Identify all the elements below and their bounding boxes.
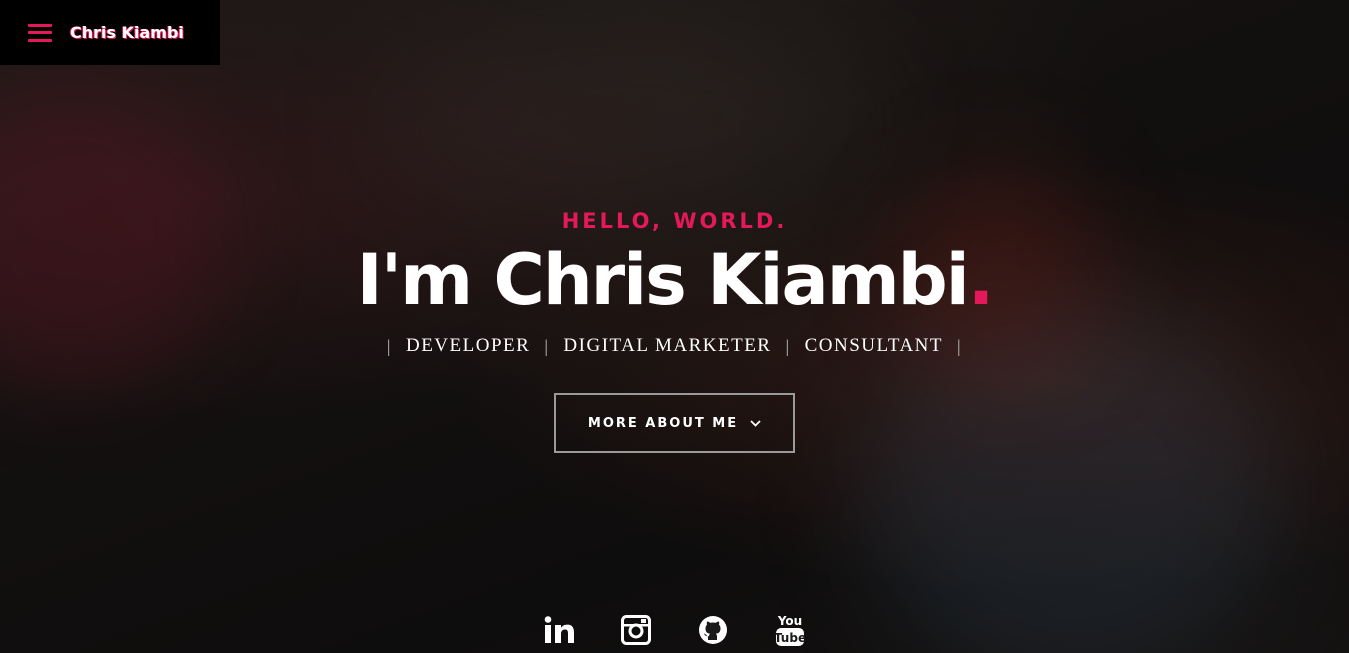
- more-about-me-button[interactable]: MORE ABOUT ME: [553, 393, 796, 453]
- hero-content: HELLO, WORLD. I'm Chris Kiambi. | DEVELO…: [0, 205, 1349, 453]
- role-separator: |: [386, 335, 392, 356]
- roles-list: | DEVELOPER | DIGITAL MARKETER | CONSULT…: [0, 335, 1349, 357]
- hamburger-menu-icon[interactable]: [28, 23, 52, 42]
- role-developer: DEVELOPER: [405, 335, 531, 356]
- role-separator: |: [957, 335, 963, 356]
- title-accent-dot: .: [967, 239, 995, 321]
- brand-logo[interactable]: Chris Kiambi: [70, 23, 184, 42]
- hero-section: Chris Kiambi HELLO, WORLD. I'm Chris Kia…: [0, 0, 1349, 653]
- hero-name: I'm Chris Kiambi: [356, 239, 970, 321]
- role-separator: |: [544, 335, 550, 356]
- github-icon[interactable]: [695, 612, 731, 648]
- instagram-icon[interactable]: [618, 612, 654, 648]
- chevron-down-icon: [750, 416, 761, 430]
- role-consultant: CONSULTANT: [804, 335, 943, 356]
- hero-title: I'm Chris Kiambi.: [0, 237, 1349, 323]
- cta-label: MORE ABOUT ME: [587, 415, 739, 431]
- linkedin-icon[interactable]: [541, 612, 577, 648]
- role-digital-marketer: DIGITAL MARKETER: [563, 335, 772, 356]
- role-separator: |: [785, 335, 791, 356]
- svg-text:You: You: [777, 614, 802, 628]
- top-navbar: Chris Kiambi: [0, 0, 220, 65]
- youtube-icon[interactable]: You Tube: [772, 612, 808, 648]
- social-links: You Tube: [0, 612, 1349, 648]
- svg-text:Tube: Tube: [775, 631, 805, 645]
- greeting-text: HELLO, WORLD.: [561, 209, 788, 233]
